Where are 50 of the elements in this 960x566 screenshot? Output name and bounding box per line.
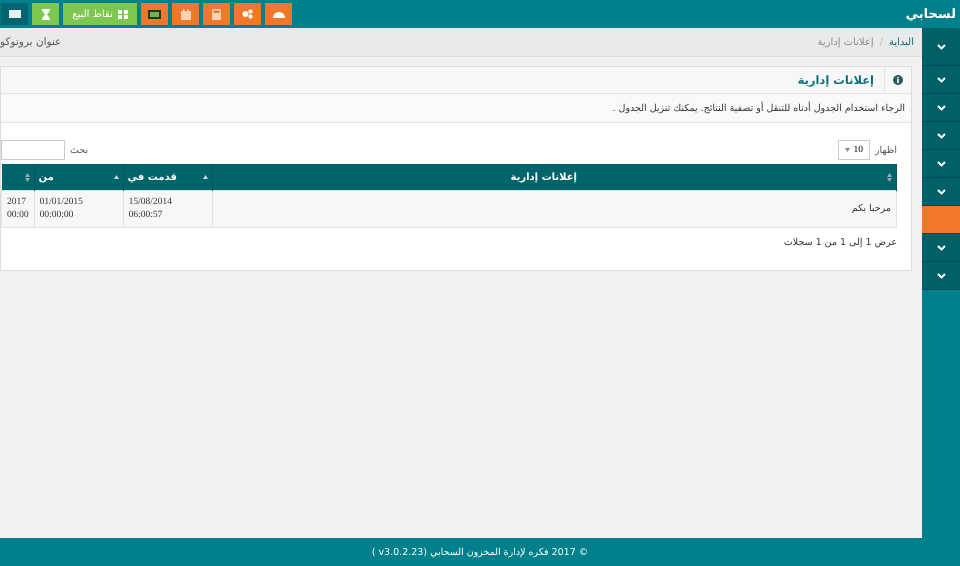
sidebar-item[interactable] <box>922 178 960 206</box>
column-header[interactable]: إعلانات إدارية <box>212 164 896 190</box>
search-field[interactable] <box>1 140 65 160</box>
table-cell: 2017 00:00 <box>2 190 34 228</box>
caret-icon <box>844 148 850 152</box>
app-logo: لسحابي <box>906 6 957 22</box>
info-icon <box>893 75 903 85</box>
records-info: عرض 1 إلى 1 من 1 سجلات <box>782 237 897 248</box>
gears-icon <box>242 9 253 19</box>
sidebar-item[interactable] <box>922 122 960 150</box>
sidebar-item[interactable] <box>922 262 960 290</box>
column-header[interactable]: قدمت في <box>123 164 212 190</box>
sidebar-item[interactable] <box>922 150 960 178</box>
search-label: بحث <box>70 144 88 156</box>
show-label: اظهار <box>874 144 897 156</box>
column-header[interactable] <box>2 164 34 190</box>
calculator-icon <box>212 8 221 20</box>
menu-icon <box>8 10 20 18</box>
cogs-button[interactable] <box>234 3 261 25</box>
breadcrumb-separator: / <box>880 36 883 48</box>
table-cell: مرحبا بكم <box>212 190 896 228</box>
sidebar-item[interactable] <box>922 234 960 262</box>
chevron-down-icon <box>936 76 946 82</box>
calculator-button[interactable] <box>203 3 230 25</box>
chevron-down-icon <box>936 104 946 110</box>
panel-title: إعلانات إدارية <box>798 73 875 87</box>
menu-button[interactable] <box>1 3 28 25</box>
monitor-icon <box>148 10 161 18</box>
description-text: الرجاء استخدام الجدول أدناه للتنقل أو تصفية النتائج. يمكنك تنزيل الجدول . <box>612 102 905 114</box>
breadcrumb-link[interactable]: البداية <box>888 36 914 48</box>
chevron-down-icon <box>936 132 946 138</box>
calendar-icon <box>180 8 190 20</box>
gauge-icon <box>272 10 284 18</box>
copyright-text: © 2017 فكره لإدارة المخزون السحابي (v3.0.2.23 ) <box>372 546 588 558</box>
chevron-down-icon <box>936 188 946 194</box>
sidebar-item[interactable] <box>922 206 960 234</box>
hourglass-icon <box>42 8 50 20</box>
sidebar-item[interactable] <box>922 94 960 122</box>
grid-icon <box>118 10 128 18</box>
chevron-down-icon <box>936 44 946 50</box>
table-cell: 15/08/2014 06:00:57 <box>123 190 212 228</box>
chevron-down-icon <box>936 272 946 278</box>
dashboard-button[interactable] <box>265 3 292 25</box>
column-header[interactable]: من <box>34 164 124 190</box>
screen-button[interactable] <box>141 3 168 25</box>
chevron-down-icon <box>936 244 946 250</box>
sidebar-item[interactable] <box>922 66 960 94</box>
chevron-down-icon <box>936 160 946 166</box>
table-cell: 01/01/2015 00:00:00 <box>34 190 124 228</box>
page-size-select[interactable]: 10 <box>838 140 870 160</box>
